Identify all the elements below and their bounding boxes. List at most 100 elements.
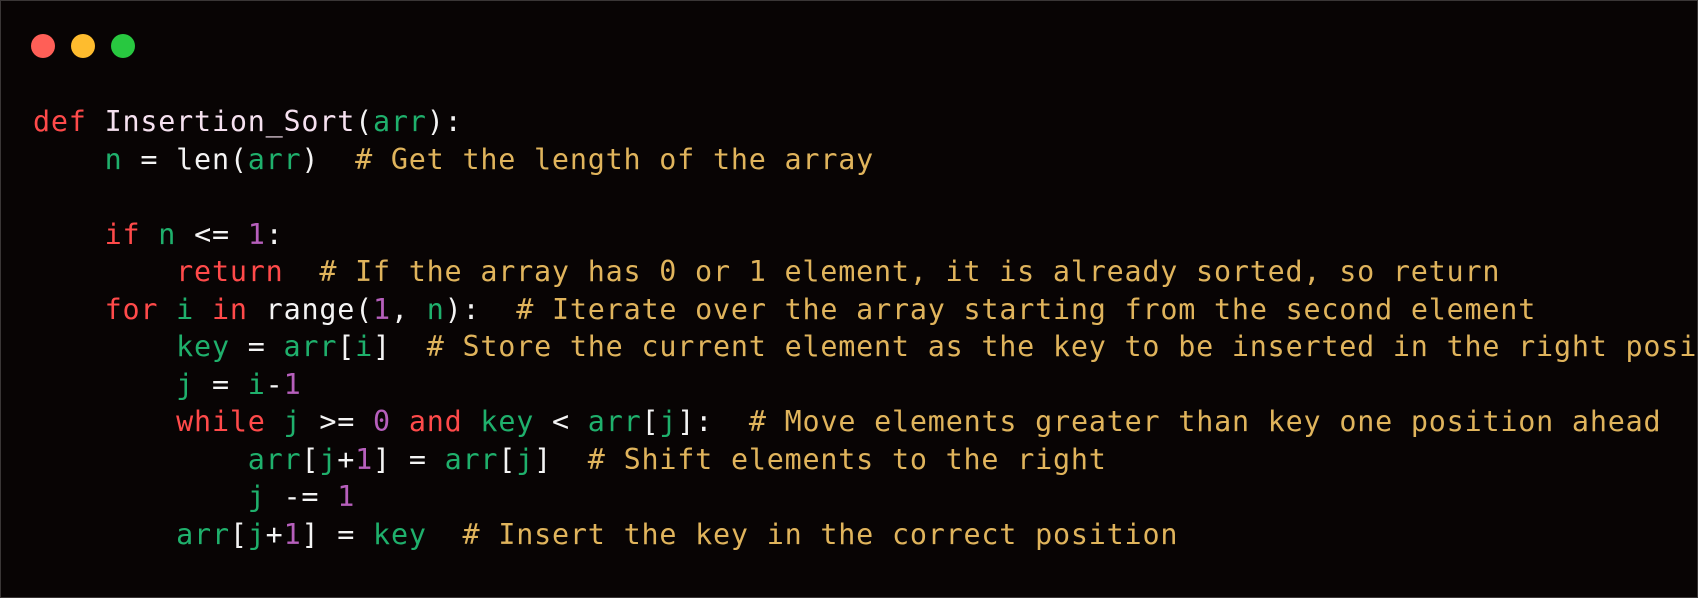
code-line: arr[j+1] = arr[j] # Shift elements to th… — [33, 441, 1698, 479]
code-token: - — [265, 367, 284, 401]
code-token: key — [373, 517, 427, 551]
code-line: return # If the array has 0 or 1 element… — [33, 253, 1698, 291]
code-token: for — [104, 292, 159, 326]
code-token: 1 — [283, 367, 302, 401]
code-token: # Get the length of the array — [355, 142, 874, 176]
code-token: : — [265, 217, 284, 251]
window-controls — [31, 34, 135, 58]
code-token: key — [176, 330, 230, 363]
code-token: n — [104, 142, 123, 176]
code-token: + — [265, 517, 284, 551]
code-token: # Insert the key in the correct position — [462, 517, 1179, 551]
code-token: # Move elements greater than key one pos… — [748, 405, 1662, 438]
code-line: key = arr[i] # Store the current element… — [33, 328, 1698, 366]
code-token: # Iterate over the array starting from t… — [516, 292, 1537, 326]
code-token: j — [176, 367, 195, 401]
code-token: ): — [426, 105, 463, 138]
code-token: def — [33, 105, 87, 138]
code-token: ): — [444, 292, 517, 326]
code-token: ( — [355, 105, 373, 138]
code-token: [ — [641, 405, 660, 438]
code-window: def Insertion_Sort(arr): n = len(arr) # … — [0, 0, 1698, 598]
code-token: return — [176, 255, 284, 288]
code-block: def Insertion_Sort(arr): n = len(arr) # … — [33, 103, 1698, 553]
code-token: i — [176, 292, 195, 326]
code-token: while — [176, 405, 266, 438]
code-token: + — [337, 442, 356, 476]
code-token: i — [355, 330, 374, 363]
code-token: arr — [247, 142, 302, 176]
code-token: 1 — [373, 292, 391, 326]
code-token: = — [194, 367, 248, 401]
code-token: 1 — [337, 480, 356, 513]
code-token: j — [516, 442, 535, 476]
code-token: ] — [534, 442, 588, 476]
code-token: n — [426, 292, 445, 326]
code-token: 1 — [283, 517, 302, 551]
close-button[interactable] — [31, 34, 55, 58]
code-token: ] — [373, 330, 427, 363]
code-token: and — [408, 405, 463, 438]
minimize-button[interactable] — [71, 34, 95, 58]
code-token: arr — [444, 442, 499, 476]
code-token: arr — [247, 442, 302, 476]
code-token: arr — [587, 405, 642, 438]
code-token: key — [480, 405, 535, 438]
code-line: n = len(arr) # Get the length of the arr… — [33, 141, 1698, 179]
code-token: n — [158, 217, 177, 251]
code-token: ]: — [677, 405, 749, 438]
code-token: < — [534, 405, 588, 438]
code-token: ) — [301, 142, 356, 176]
code-line: def Insertion_Sort(arr): — [33, 103, 1698, 141]
code-token: j — [247, 480, 266, 513]
code-token: 1 — [247, 217, 266, 251]
code-token: = — [229, 330, 284, 363]
code-line: j -= 1 — [33, 478, 1698, 516]
code-line: while j >= 0 and key < arr[j]: # Move el… — [33, 403, 1698, 441]
code-token: 0 — [373, 405, 391, 438]
code-token: in — [211, 292, 248, 326]
code-token: >= — [301, 405, 374, 438]
code-token: # If the array has 0 or 1 element, it is… — [319, 255, 1501, 288]
code-token: -= — [265, 480, 338, 513]
code-token: = len( — [122, 142, 248, 176]
code-token: Insertion_Sort — [104, 105, 356, 138]
code-token: if — [104, 217, 141, 251]
code-token: arr — [283, 330, 338, 363]
code-line: j = i-1 — [33, 366, 1698, 404]
code-line: arr[j+1] = key # Insert the key in the c… — [33, 516, 1698, 554]
code-token: [ — [498, 442, 517, 476]
code-token: , — [390, 292, 427, 326]
code-token: # Store the current element as the key t… — [426, 330, 1698, 363]
code-token: j — [319, 442, 338, 476]
code-token: j — [247, 517, 266, 551]
code-token: range( — [247, 292, 374, 326]
code-token: # Shift elements to the right — [587, 442, 1107, 476]
code-token: [ — [301, 442, 320, 476]
code-token: <= — [176, 217, 248, 251]
code-line: if n <= 1: — [33, 216, 1698, 254]
code-token: [ — [337, 330, 356, 363]
code-token: ] = — [301, 517, 374, 551]
maximize-button[interactable] — [111, 34, 135, 58]
